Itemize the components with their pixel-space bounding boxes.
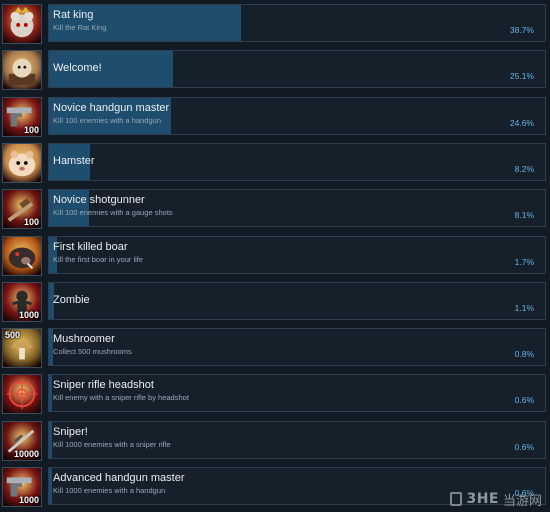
progress-bar bbox=[49, 468, 52, 504]
achievement-row: Rat king Kill the Rat King 38.7% bbox=[0, 2, 550, 44]
achievement-panel: First killed boar Kill the first boar in … bbox=[48, 235, 546, 274]
unlock-percent: 38.7% bbox=[509, 25, 534, 35]
watermark-cn-text: 当游网 bbox=[502, 492, 542, 508]
count-badge: 500 bbox=[5, 330, 21, 341]
unlock-percent: 1.7% bbox=[514, 256, 534, 267]
achievement-panel: Hamster 8.2% bbox=[48, 142, 546, 181]
unlock-percent: 1.1% bbox=[514, 302, 534, 313]
achievement-row: 10000 Sniper! Kill 1000 enemies with a sni… bbox=[0, 419, 550, 461]
zombie-icon: 1000 bbox=[2, 281, 42, 322]
handgun-icon: 1000 bbox=[2, 467, 42, 507]
watermark: 3HE 当游网 bbox=[450, 488, 542, 510]
achievement-row: 100 Novice handgun master Kill 100 enemies… bbox=[0, 95, 550, 137]
achievement-name: Mushroomer bbox=[53, 333, 115, 346]
achievement-name: Rat king bbox=[53, 9, 94, 21]
achievement-description: Kill 100 enemies with a handgun bbox=[53, 115, 161, 125]
handgun-icon: 100 bbox=[2, 96, 42, 137]
achievement-row: First killed boar Kill the first boar in … bbox=[0, 234, 550, 276]
unlock-percent: 8.1% bbox=[514, 210, 534, 221]
achievement-panel: Novice handgun master Kill 100 enemies wi… bbox=[48, 96, 546, 135]
progress-bar bbox=[49, 421, 52, 458]
sniper-rifle-icon: 10000 bbox=[2, 420, 42, 461]
unlock-percent: 0.8% bbox=[514, 349, 534, 360]
achievement-panel: Novice shotgunner Kill 100 enemies with a… bbox=[48, 189, 546, 228]
achievement-name: Advanced handgun master bbox=[53, 472, 185, 484]
unlock-percent: 24.6% bbox=[509, 117, 534, 128]
achievement-panel: Rat king Kill the Rat King 38.7% bbox=[48, 4, 546, 42]
achievement-name: Zombie bbox=[53, 293, 90, 306]
count-badge: 1000 bbox=[18, 495, 39, 505]
achievement-list: Rat king Kill the Rat King 38.7% Welcome! 2… bbox=[0, 0, 550, 512]
boar-icon bbox=[2, 235, 42, 276]
unlock-percent: 25.1% bbox=[509, 71, 534, 82]
achievement-name: Sniper! bbox=[53, 425, 88, 438]
hamster-icon bbox=[2, 142, 42, 183]
progress-bar bbox=[49, 375, 52, 412]
achievement-name: Novice shotgunner bbox=[53, 194, 145, 207]
achievement-row: Sniper rifle headshot Kill enemy with a s… bbox=[0, 372, 550, 415]
count-badge: 10000 bbox=[13, 448, 39, 459]
achievement-name: First killed boar bbox=[53, 240, 128, 253]
achievement-panel: Zombie 1.1% bbox=[48, 281, 546, 320]
welcome-icon bbox=[2, 50, 42, 91]
achievement-name: Hamster bbox=[53, 154, 95, 167]
achievement-name: Novice handgun master bbox=[53, 101, 170, 114]
unlock-percent: 8.2% bbox=[514, 163, 534, 174]
achievement-description: Collect 500 mushrooms bbox=[53, 347, 132, 357]
achievement-name: Welcome! bbox=[53, 62, 102, 75]
rat-king-icon bbox=[2, 4, 42, 44]
count-badge: 100 bbox=[23, 217, 39, 228]
count-badge: 1000 bbox=[18, 309, 39, 320]
unlock-percent: 0.6% bbox=[514, 395, 534, 406]
achievement-description: Kill the Rat King bbox=[53, 23, 107, 32]
watermark-text: 3HE bbox=[466, 491, 499, 507]
achievement-description: Kill 1000 enemies with a sniper rifle bbox=[53, 439, 171, 449]
achievement-row: 1000 Zombie 1.1% bbox=[0, 280, 550, 322]
achievement-row: 500 Mushroomer Collect 500 mushrooms 0.8% bbox=[0, 326, 550, 369]
achievement-row: 100 Novice shotgunner Kill 100 enemies wit… bbox=[0, 187, 550, 230]
achievement-panel: Welcome! 25.1% bbox=[48, 50, 546, 89]
achievement-panel: Sniper! Kill 1000 enemies with a sniper r… bbox=[48, 420, 546, 459]
mushroom-icon: 500 bbox=[2, 328, 42, 369]
achievement-description: Kill 100 enemies with a gauge shots bbox=[53, 208, 173, 218]
achievement-description: Kill the first boar in your life bbox=[53, 254, 144, 264]
achievement-name: Sniper rifle headshot bbox=[53, 379, 154, 392]
watermark-logo-icon bbox=[450, 492, 463, 506]
achievement-description: Kill 1000 enemies with a handgun bbox=[53, 486, 166, 495]
achievement-row: Welcome! 25.1% bbox=[0, 48, 550, 91]
sniper-scope-icon bbox=[2, 374, 42, 415]
achievement-description: Kill enemy with a sniper rifle by headsh… bbox=[53, 393, 189, 403]
achievement-panel: Sniper rifle headshot Kill enemy with a s… bbox=[48, 374, 546, 413]
achievement-row: Hamster 8.2% bbox=[0, 141, 550, 183]
shotgun-icon: 100 bbox=[2, 189, 42, 230]
count-badge: 100 bbox=[23, 124, 39, 135]
achievement-panel: Mushroomer Collect 500 mushrooms 0.8% bbox=[48, 328, 546, 367]
unlock-percent: 0.6% bbox=[514, 441, 534, 452]
